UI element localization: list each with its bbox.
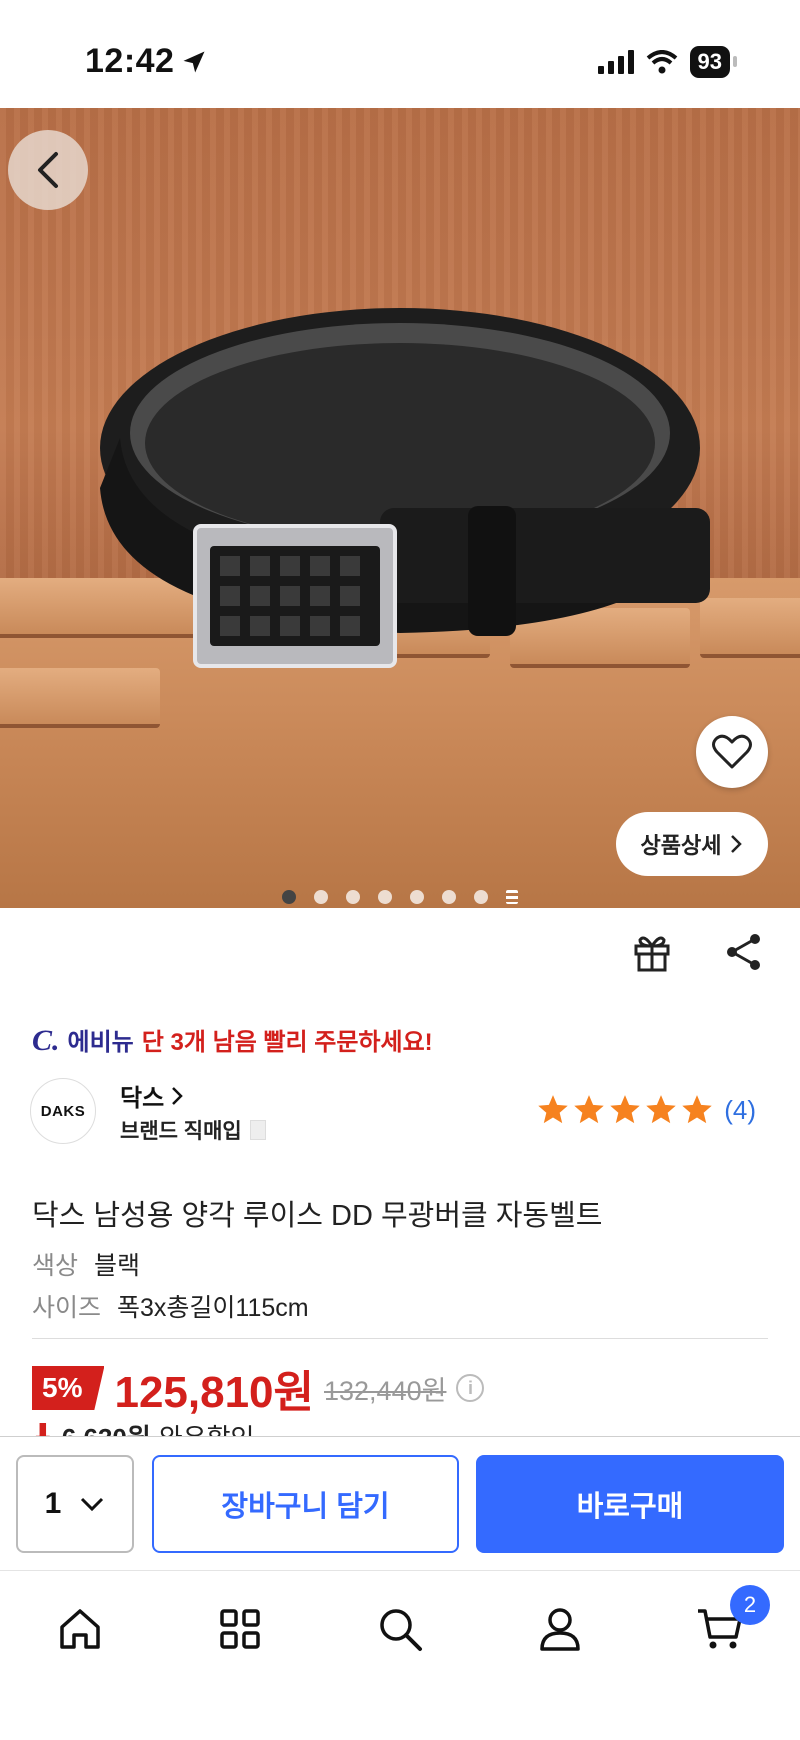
promo-message: 단 3개 남음 빨리 주문하세요!	[141, 1029, 433, 1056]
add-to-cart-button[interactable]: 장바구니 담기	[152, 1455, 459, 1553]
carousel-dot[interactable]	[442, 890, 456, 904]
product-image-carousel[interactable]: 상품상세	[0, 108, 800, 908]
tab-home[interactable]	[52, 1601, 108, 1657]
promo-logo: C.	[32, 1024, 60, 1057]
tab-my-account[interactable]	[532, 1601, 588, 1657]
option-label: 사이즈	[32, 1294, 102, 1322]
home-icon	[60, 1609, 100, 1649]
belt-product-photo	[100, 308, 710, 668]
carousel-more-indicator	[506, 890, 518, 904]
rating[interactable]: (4)	[536, 1093, 756, 1127]
brand-name: 닥스	[120, 1085, 165, 1112]
discount-badge: 5%	[32, 1366, 105, 1410]
option-value: 폭3x총길이115cm	[117, 1294, 309, 1322]
carousel-dot[interactable]	[346, 890, 360, 904]
brand-type: 브랜드 직매입	[120, 1115, 266, 1145]
quantity-value: 1	[44, 1487, 62, 1520]
location-arrow-icon	[183, 51, 205, 73]
product-detail-label: 상품상세	[640, 833, 722, 858]
star-icon	[574, 1095, 604, 1124]
carousel-dot[interactable]	[282, 890, 296, 904]
info-icon[interactable]: i	[456, 1374, 485, 1402]
product-detail-button[interactable]: 상품상세	[616, 812, 768, 876]
cart-count-badge: 2	[730, 1585, 770, 1625]
tab-cart[interactable]: 2	[692, 1585, 770, 1657]
wishlist-button[interactable]	[696, 716, 768, 788]
buy-now-button[interactable]: 바로구매	[476, 1455, 784, 1553]
heart-icon	[712, 734, 752, 769]
original-price: 132,440원	[324, 1375, 447, 1406]
sale-price: 125,810원	[114, 1368, 314, 1417]
battery-indicator: 93	[689, 46, 738, 78]
brand-type-label: 브랜드 직매입	[120, 1120, 242, 1143]
brand-logo-text: DAKS	[40, 1102, 86, 1120]
carousel-dot[interactable]	[314, 890, 328, 904]
brand-link[interactable]: 닥스	[120, 1078, 184, 1113]
chevron-left-icon	[38, 152, 58, 188]
user-icon	[540, 1608, 580, 1651]
star-icon	[538, 1095, 568, 1124]
brand-logo[interactable]: DAKS	[30, 1078, 96, 1144]
gift-icon[interactable]	[630, 930, 674, 974]
carousel-dot[interactable]	[410, 890, 424, 904]
wifi-icon	[646, 50, 677, 74]
status-indicators: 93	[597, 46, 738, 78]
signal-icon	[597, 50, 634, 74]
tab-search[interactable]	[372, 1601, 428, 1657]
carousel-indicator	[0, 890, 800, 904]
search-icon	[380, 1609, 422, 1651]
review-count: (4)	[724, 1094, 756, 1125]
carousel-dot[interactable]	[474, 890, 488, 904]
grid-icon	[220, 1609, 260, 1649]
option-label: 색상	[32, 1252, 79, 1280]
bottom-tab-bar: 2	[0, 1570, 800, 1740]
back-button[interactable]	[8, 130, 88, 210]
star-icon	[682, 1095, 712, 1124]
product-title: 닥스 남성용 양각 루이스 DD 무광버클 자동벨트	[32, 1200, 603, 1232]
price-row: 5% 125,810원 132,440원 i	[32, 1356, 485, 1420]
tab-categories[interactable]	[212, 1601, 268, 1657]
promo-brand: 에비뉴	[67, 1029, 134, 1056]
option-size: 사이즈 폭3x총길이115cm	[32, 1288, 309, 1324]
chevron-right-icon	[172, 1086, 183, 1105]
product-actions	[630, 930, 766, 974]
promo-banner: C. 에비뉴 단 3개 남음 빨리 주문하세요!	[32, 1022, 433, 1058]
purchase-bar: 1 장바구니 담기 바로구매	[0, 1436, 800, 1570]
option-color: 색상 블랙	[32, 1246, 140, 1282]
status-bar: 12:42 93	[0, 0, 800, 108]
share-icon[interactable]	[722, 930, 766, 974]
star-icon	[610, 1095, 640, 1124]
chevron-down-icon	[81, 1497, 104, 1512]
document-icon[interactable]	[249, 1120, 266, 1140]
quantity-select[interactable]: 1	[16, 1455, 134, 1553]
status-time: 12:42	[85, 42, 175, 80]
star-icon	[646, 1095, 676, 1124]
divider	[32, 1338, 768, 1339]
carousel-dot[interactable]	[378, 890, 392, 904]
option-value: 블랙	[94, 1252, 141, 1280]
chevron-right-icon	[731, 835, 743, 853]
